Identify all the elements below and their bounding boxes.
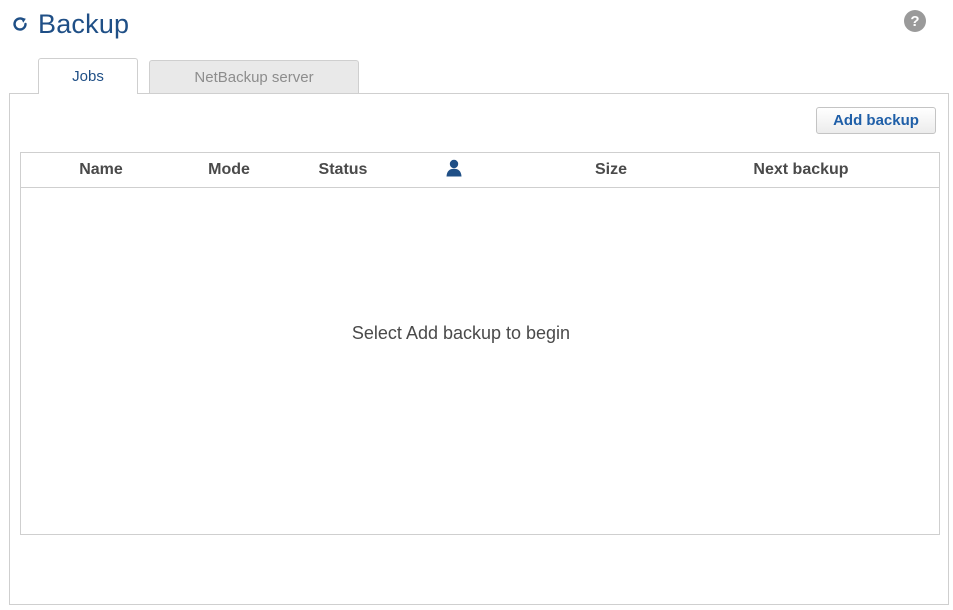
- column-header-name[interactable]: Name: [61, 153, 141, 187]
- jobs-panel: Add backup Name Mode Status Size Next ba…: [9, 93, 949, 605]
- jobs-table: Name Mode Status Size Next backup Select…: [20, 152, 940, 535]
- backup-page: Backup ? Jobs NetBackup server Add backu…: [0, 0, 953, 610]
- user-icon: [445, 159, 463, 182]
- column-header-next-backup[interactable]: Next backup: [721, 153, 881, 187]
- tab-bar: Jobs NetBackup server: [38, 58, 359, 94]
- refresh-icon[interactable]: [10, 14, 30, 34]
- table-header: Name Mode Status Size Next backup: [21, 153, 939, 188]
- column-header-owner[interactable]: [439, 153, 469, 187]
- empty-state-message: Select Add backup to begin: [351, 323, 571, 343]
- tab-netbackup-server[interactable]: NetBackup server: [149, 60, 359, 93]
- help-icon[interactable]: ?: [904, 10, 926, 32]
- tab-jobs[interactable]: Jobs: [38, 58, 138, 94]
- add-backup-button[interactable]: Add backup: [816, 107, 936, 134]
- page-header: Backup: [10, 6, 129, 42]
- page-title: Backup: [38, 8, 130, 39]
- column-header-status[interactable]: Status: [303, 153, 383, 187]
- column-header-mode[interactable]: Mode: [189, 153, 269, 187]
- column-header-size[interactable]: Size: [581, 153, 641, 187]
